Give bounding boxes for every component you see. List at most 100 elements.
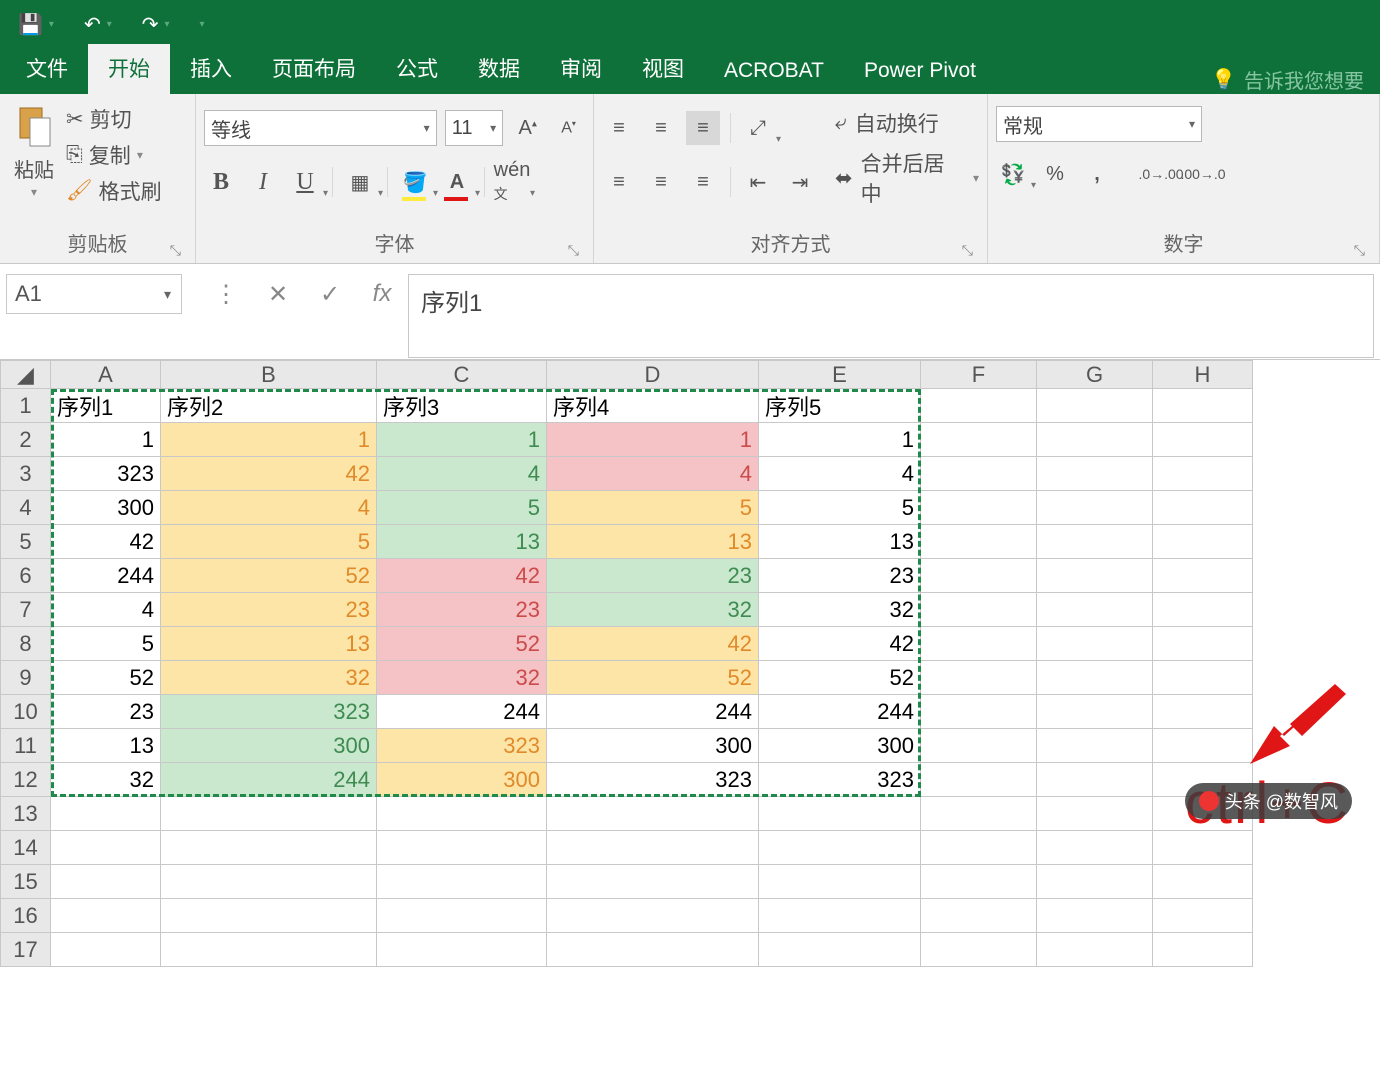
undo-button[interactable]: ↶▾ [84, 12, 112, 37]
cell-F10[interactable] [921, 695, 1037, 729]
cell-A3[interactable]: 323 [51, 457, 161, 491]
cell-A15[interactable] [51, 865, 161, 899]
cell-G1[interactable] [1037, 389, 1153, 423]
cell-E16[interactable] [759, 899, 921, 933]
cell-C11[interactable]: 323 [377, 729, 547, 763]
cell-G12[interactable] [1037, 763, 1153, 797]
cut-button[interactable]: ✂剪切 [66, 104, 162, 134]
cell-B7[interactable]: 23 [161, 593, 377, 627]
cell-B5[interactable]: 5 [161, 525, 377, 559]
row-header-12[interactable]: 12 [1, 763, 51, 797]
cell-G16[interactable] [1037, 899, 1153, 933]
cell-F17[interactable] [921, 933, 1037, 967]
cell-B2[interactable]: 1 [161, 423, 377, 457]
cell-D16[interactable] [547, 899, 759, 933]
select-all-corner[interactable]: ◢ [1, 361, 51, 389]
cell-D7[interactable]: 32 [547, 593, 759, 627]
cell-F8[interactable] [921, 627, 1037, 661]
row-header-15[interactable]: 15 [1, 865, 51, 899]
cell-A12[interactable]: 32 [51, 763, 161, 797]
decrease-decimal-button[interactable]: .00→.0 [1186, 157, 1220, 191]
row-header-13[interactable]: 13 [1, 797, 51, 831]
cell-F12[interactable] [921, 763, 1037, 797]
cell-A4[interactable]: 300 [51, 491, 161, 525]
align-left-button[interactable]: ≡ [602, 165, 636, 199]
cell-H5[interactable] [1153, 525, 1253, 559]
cell-F2[interactable] [921, 423, 1037, 457]
cell-E12[interactable]: 323 [759, 763, 921, 797]
cell-A17[interactable] [51, 933, 161, 967]
tab-formulas[interactable]: 公式 [376, 44, 458, 94]
cell-A11[interactable]: 13 [51, 729, 161, 763]
cell-E9[interactable]: 52 [759, 661, 921, 695]
cell-A9[interactable]: 52 [51, 661, 161, 695]
cell-H3[interactable] [1153, 457, 1253, 491]
cell-B17[interactable] [161, 933, 377, 967]
row-header-10[interactable]: 10 [1, 695, 51, 729]
accounting-button[interactable]: 💱▾ [996, 157, 1030, 191]
cell-D10[interactable]: 244 [547, 695, 759, 729]
cell-E6[interactable]: 23 [759, 559, 921, 593]
cell-E2[interactable]: 1 [759, 423, 921, 457]
cell-B4[interactable]: 4 [161, 491, 377, 525]
increase-font-button[interactable]: A▴ [511, 111, 544, 145]
cell-G14[interactable] [1037, 831, 1153, 865]
align-right-button[interactable]: ≡ [686, 165, 720, 199]
cell-F16[interactable] [921, 899, 1037, 933]
cell-A6[interactable]: 244 [51, 559, 161, 593]
cell-F1[interactable] [921, 389, 1037, 423]
cell-D9[interactable]: 52 [547, 661, 759, 695]
col-header-D[interactable]: D [547, 361, 759, 389]
col-header-A[interactable]: A [51, 361, 161, 389]
cell-B14[interactable] [161, 831, 377, 865]
cell-E4[interactable]: 5 [759, 491, 921, 525]
cell-E7[interactable]: 32 [759, 593, 921, 627]
col-header-H[interactable]: H [1153, 361, 1253, 389]
cell-H4[interactable] [1153, 491, 1253, 525]
cell-E8[interactable]: 42 [759, 627, 921, 661]
cell-E13[interactable] [759, 797, 921, 831]
cell-D1[interactable]: 序列4 [547, 389, 759, 423]
tab-powerpivot[interactable]: Power Pivot [844, 50, 996, 94]
cell-A1[interactable]: 序列1 [51, 389, 161, 423]
cell-B11[interactable]: 300 [161, 729, 377, 763]
font-color-button[interactable]: A▾ [440, 165, 474, 199]
row-header-5[interactable]: 5 [1, 525, 51, 559]
row-header-9[interactable]: 9 [1, 661, 51, 695]
cell-G7[interactable] [1037, 593, 1153, 627]
cell-C5[interactable]: 13 [377, 525, 547, 559]
increase-indent-button[interactable]: ⇥ [783, 165, 817, 199]
redo-button[interactable]: ↷▾ [142, 12, 170, 37]
tab-view[interactable]: 视图 [622, 44, 704, 94]
cell-A16[interactable] [51, 899, 161, 933]
col-header-E[interactable]: E [759, 361, 921, 389]
cell-D6[interactable]: 23 [547, 559, 759, 593]
row-header-2[interactable]: 2 [1, 423, 51, 457]
cell-D12[interactable]: 323 [547, 763, 759, 797]
underline-button[interactable]: U▾ [288, 165, 322, 199]
copy-button[interactable]: ⎘复制▾ [66, 140, 162, 170]
cell-A8[interactable]: 5 [51, 627, 161, 661]
cell-D4[interactable]: 5 [547, 491, 759, 525]
decrease-indent-button[interactable]: ⇤ [741, 165, 775, 199]
phonetic-button[interactable]: wén文▾ [495, 165, 529, 199]
cell-D5[interactable]: 13 [547, 525, 759, 559]
cell-B12[interactable]: 244 [161, 763, 377, 797]
cell-E1[interactable]: 序列5 [759, 389, 921, 423]
cell-H6[interactable] [1153, 559, 1253, 593]
align-middle-button[interactable]: ≡ [644, 111, 678, 145]
cell-C16[interactable] [377, 899, 547, 933]
cell-D3[interactable]: 4 [547, 457, 759, 491]
cell-C8[interactable]: 52 [377, 627, 547, 661]
cell-D17[interactable] [547, 933, 759, 967]
cell-A13[interactable] [51, 797, 161, 831]
cell-A2[interactable]: 1 [51, 423, 161, 457]
cell-E10[interactable]: 244 [759, 695, 921, 729]
cell-B6[interactable]: 52 [161, 559, 377, 593]
cell-E11[interactable]: 300 [759, 729, 921, 763]
cell-B13[interactable] [161, 797, 377, 831]
col-header-F[interactable]: F [921, 361, 1037, 389]
cell-B1[interactable]: 序列2 [161, 389, 377, 423]
spreadsheet-grid[interactable]: ◢ABCDEFGH1序列1序列2序列3序列4序列5211111332342444… [0, 360, 1380, 967]
formula-input[interactable]: 序列1 [408, 274, 1374, 358]
